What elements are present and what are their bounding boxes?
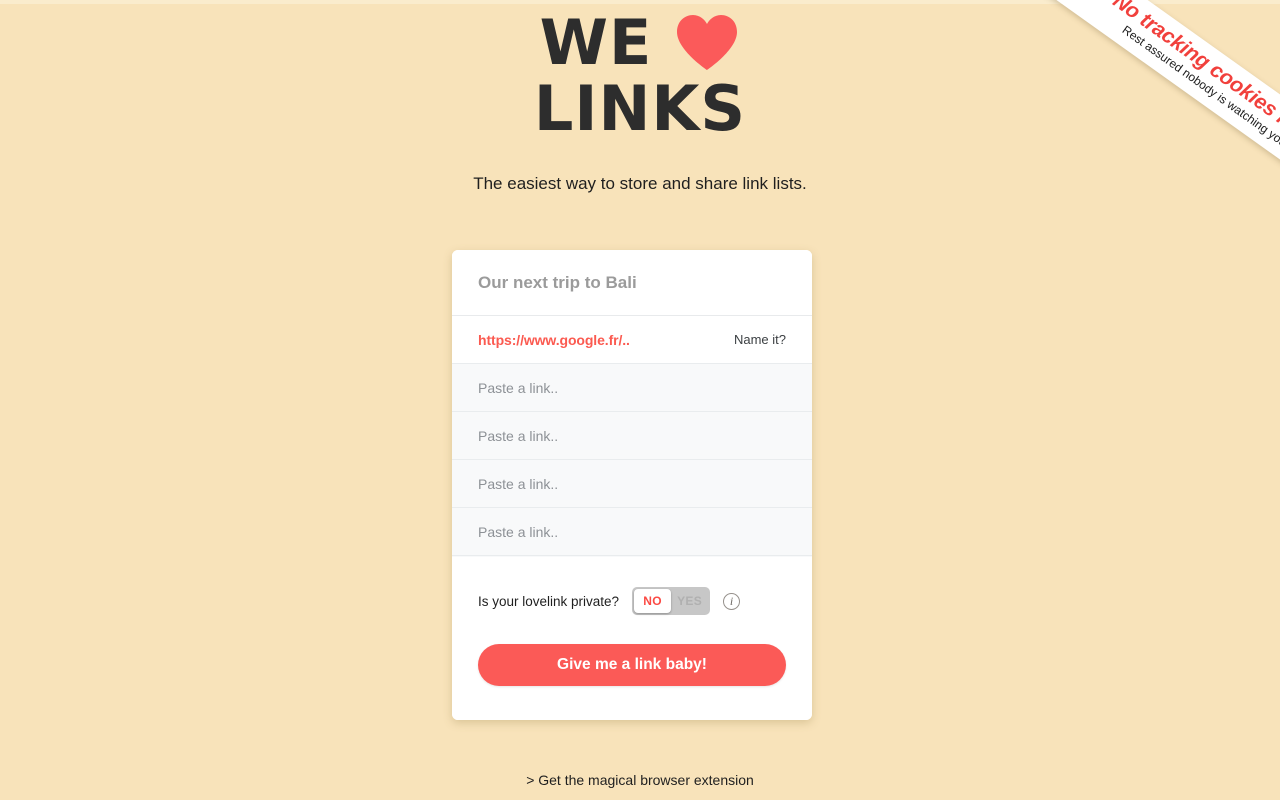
table-row[interactable]: Paste a link..	[452, 508, 812, 556]
table-row[interactable]: Paste a link..	[452, 460, 812, 508]
heart-icon	[674, 13, 740, 73]
site-logo: WE LINKS	[0, 10, 1280, 142]
table-row[interactable]: Paste a link..	[452, 364, 812, 412]
privacy-label: Is your lovelink private?	[478, 593, 620, 609]
link-url-input[interactable]: Paste a link..	[478, 380, 558, 396]
link-list: https://www.google.fr/.. Name it? Paste …	[452, 316, 812, 557]
card-header[interactable]: Our next trip to Bali	[452, 250, 812, 316]
info-icon[interactable]: i	[723, 592, 741, 610]
table-row[interactable]: Paste a link..	[452, 412, 812, 460]
submit-button[interactable]: Give me a link baby!	[478, 644, 786, 686]
logo-line-one: WE	[0, 10, 1280, 76]
link-url-input[interactable]: Paste a link..	[478, 428, 558, 444]
link-url-input[interactable]: Paste a link..	[478, 476, 558, 492]
logo-word-links: LINKS	[533, 72, 747, 145]
privacy-toggle-yes[interactable]: YES	[671, 589, 708, 613]
table-row[interactable]: https://www.google.fr/.. Name it?	[452, 316, 812, 364]
privacy-row: Is your lovelink private? NO YES i	[478, 587, 786, 615]
page-subtitle: The easiest way to store and share link …	[473, 174, 807, 193]
top-strip	[0, 0, 1280, 4]
name-it-button[interactable]: Name it?	[734, 332, 786, 347]
link-url-input[interactable]: Paste a link..	[478, 524, 558, 540]
privacy-toggle[interactable]: NO YES	[632, 587, 711, 615]
link-url-input[interactable]: https://www.google.fr/..	[478, 332, 630, 348]
privacy-toggle-no[interactable]: NO	[634, 589, 672, 613]
browser-extension-link[interactable]: > Get the magical browser extension	[0, 772, 1280, 788]
logo-line-two: LINKS	[0, 76, 1280, 142]
list-title-input[interactable]: Our next trip to Bali	[478, 273, 637, 293]
logo-word-we: WE	[539, 6, 653, 79]
card-footer: Is your lovelink private? NO YES i Give …	[452, 557, 812, 720]
lovelink-card: Our next trip to Bali https://www.google…	[452, 250, 812, 720]
